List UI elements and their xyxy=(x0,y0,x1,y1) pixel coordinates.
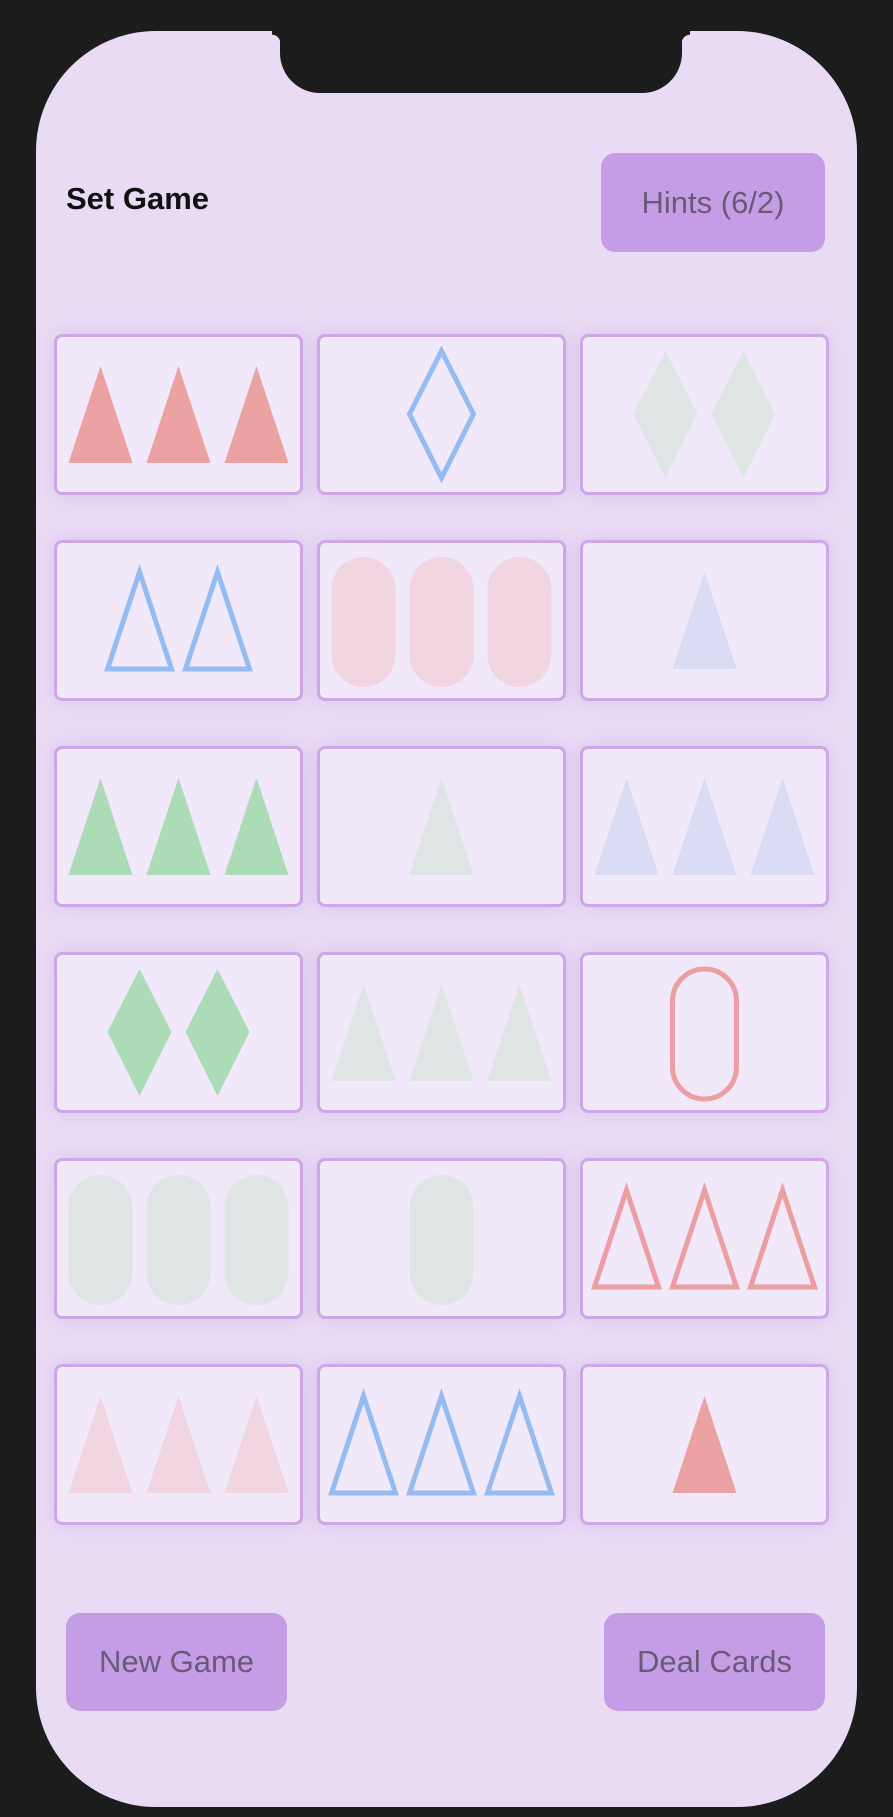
triangle-symbol xyxy=(224,1396,289,1493)
card-symbols xyxy=(672,572,737,669)
card-symbols xyxy=(672,1396,737,1493)
triangle-symbol xyxy=(484,1388,555,1496)
new-game-button[interactable]: New Game xyxy=(66,1613,287,1711)
card-symbols xyxy=(331,557,552,687)
set-card[interactable] xyxy=(317,334,566,495)
triangle-symbol xyxy=(68,778,133,875)
oval-symbol xyxy=(487,557,552,687)
triangle-symbol xyxy=(750,778,815,875)
oval-symbol xyxy=(409,1175,474,1305)
triangle-symbol xyxy=(328,1388,399,1496)
diamond-symbol xyxy=(406,345,477,484)
triangle-symbol xyxy=(409,778,474,875)
triangle-symbol xyxy=(68,1396,133,1493)
set-card[interactable] xyxy=(54,1364,303,1525)
card-symbols xyxy=(68,366,289,463)
diamond-symbol xyxy=(633,351,698,478)
card-symbols xyxy=(68,778,289,875)
set-card[interactable] xyxy=(580,540,829,701)
set-card[interactable] xyxy=(54,1158,303,1319)
card-symbols xyxy=(68,1175,289,1305)
diamond-symbol xyxy=(185,969,250,1096)
set-card[interactable] xyxy=(580,746,829,907)
triangle-symbol xyxy=(104,564,175,672)
set-card[interactable] xyxy=(580,334,829,495)
oval-symbol xyxy=(146,1175,211,1305)
triangle-symbol xyxy=(68,366,133,463)
card-symbols xyxy=(68,1396,289,1493)
triangle-symbol xyxy=(146,778,211,875)
card-symbols xyxy=(406,345,477,484)
triangle-symbol xyxy=(146,366,211,463)
triangle-symbol xyxy=(591,1182,662,1290)
card-symbols xyxy=(670,966,739,1102)
triangle-symbol xyxy=(487,984,552,1081)
diamond-symbol xyxy=(711,351,776,478)
set-card[interactable] xyxy=(317,540,566,701)
card-symbols xyxy=(633,351,776,478)
set-card[interactable] xyxy=(54,334,303,495)
card-symbols xyxy=(104,564,253,672)
card-symbols xyxy=(409,1175,474,1305)
triangle-symbol xyxy=(224,778,289,875)
card-symbols xyxy=(107,969,250,1096)
triangle-symbol xyxy=(672,778,737,875)
phone-screen: Set Game Hints (6/2) New Game Deal Cards xyxy=(36,31,857,1807)
triangle-symbol xyxy=(672,572,737,669)
triangle-symbol xyxy=(747,1182,818,1290)
triangle-symbol xyxy=(672,1396,737,1493)
device-notch xyxy=(272,31,690,93)
oval-symbol xyxy=(224,1175,289,1305)
triangle-symbol xyxy=(594,778,659,875)
card-symbols xyxy=(594,778,815,875)
set-card[interactable] xyxy=(54,746,303,907)
set-card[interactable] xyxy=(580,1364,829,1525)
set-card[interactable] xyxy=(54,540,303,701)
card-symbols xyxy=(328,1388,555,1496)
card-symbols xyxy=(331,984,552,1081)
triangle-symbol xyxy=(146,1396,211,1493)
oval-symbol xyxy=(68,1175,133,1305)
page-title: Set Game xyxy=(66,181,210,216)
set-card[interactable] xyxy=(317,952,566,1113)
set-card[interactable] xyxy=(317,746,566,907)
card-symbols xyxy=(409,778,474,875)
triangle-symbol xyxy=(331,984,396,1081)
deal-cards-button[interactable]: Deal Cards xyxy=(604,1613,825,1711)
oval-symbol xyxy=(670,966,739,1102)
hints-button[interactable]: Hints (6/2) xyxy=(601,153,825,252)
triangle-symbol xyxy=(406,1388,477,1496)
triangle-symbol xyxy=(409,984,474,1081)
set-card[interactable] xyxy=(317,1364,566,1525)
set-card[interactable] xyxy=(54,952,303,1113)
diamond-symbol xyxy=(107,969,172,1096)
triangle-symbol xyxy=(669,1182,740,1290)
oval-symbol xyxy=(409,557,474,687)
card-symbols xyxy=(591,1182,818,1290)
set-card[interactable] xyxy=(580,952,829,1113)
oval-symbol xyxy=(331,557,396,687)
triangle-symbol xyxy=(182,564,253,672)
set-card[interactable] xyxy=(317,1158,566,1319)
set-card[interactable] xyxy=(580,1158,829,1319)
triangle-symbol xyxy=(224,366,289,463)
